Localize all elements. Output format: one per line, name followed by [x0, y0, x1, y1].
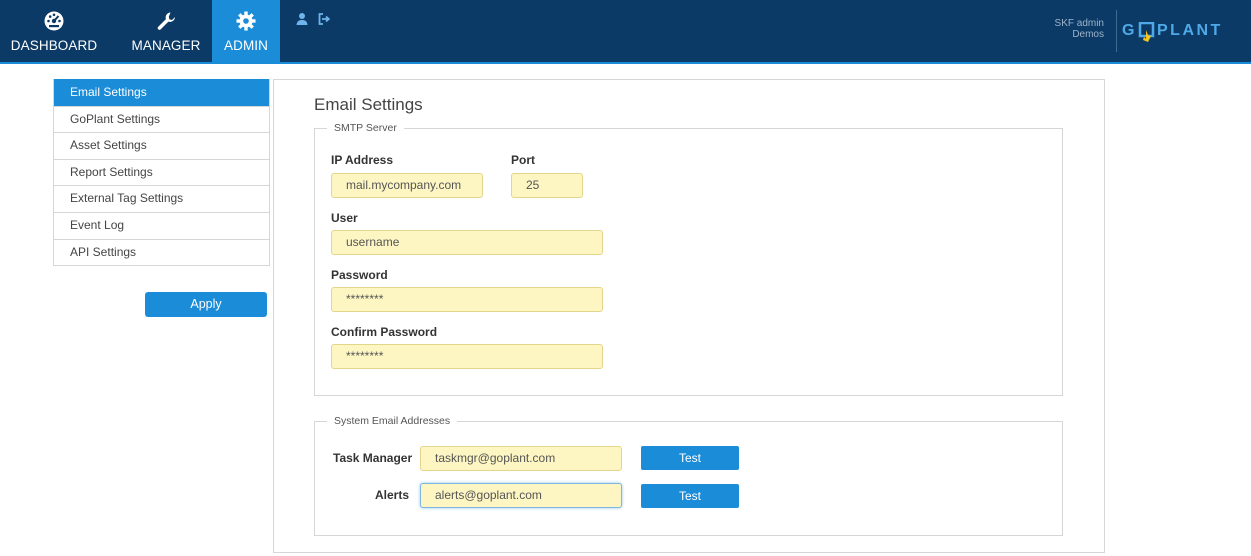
- task-manager-label: Task Manager: [333, 451, 413, 465]
- svg-text:PLANT: PLANT: [1157, 22, 1223, 39]
- password-input[interactable]: ********: [331, 287, 603, 312]
- sidebar-item-goplant-settings[interactable]: GoPlant Settings: [54, 105, 269, 133]
- user-icon[interactable]: [295, 12, 309, 26]
- port-label: Port: [511, 153, 535, 167]
- wrench-icon: [157, 12, 175, 30]
- logo-divider: [1116, 10, 1117, 52]
- tab-manager-label: MANAGER: [131, 38, 201, 53]
- ip-address-input[interactable]: mail.mycompany.com: [331, 173, 483, 198]
- logout-icon[interactable]: [317, 12, 331, 26]
- confirm-password-input[interactable]: ********: [331, 344, 603, 369]
- dashboard-icon: [44, 11, 64, 31]
- user-name: SKF admin: [1054, 18, 1104, 29]
- sidebar-item-external-tag-settings[interactable]: External Tag Settings: [54, 185, 269, 212]
- goplant-logo: G PLANT: [1122, 22, 1223, 42]
- system-email-legend: System Email Addresses: [327, 414, 458, 428]
- user-input[interactable]: username: [331, 230, 603, 255]
- tab-admin[interactable]: ADMIN: [212, 0, 280, 62]
- svg-text:G: G: [1122, 22, 1137, 39]
- sidebar-item-email-settings[interactable]: Email Settings: [54, 79, 269, 106]
- sidebar-item-asset-settings[interactable]: Asset Settings: [54, 132, 269, 159]
- top-bar-accent-line: [0, 62, 1251, 64]
- confirm-password-label: Confirm Password: [331, 325, 438, 339]
- system-email-group: System Email Addresses: [314, 414, 1063, 536]
- tab-admin-label: ADMIN: [224, 38, 268, 53]
- user-label: User: [331, 211, 358, 225]
- tab-manager[interactable]: MANAGER: [124, 0, 208, 62]
- settings-sidebar: Email Settings GoPlant Settings Asset Se…: [53, 79, 270, 267]
- page-title: Email Settings: [314, 95, 423, 114]
- test-task-manager-button[interactable]: Test: [641, 446, 739, 470]
- smtp-server-legend: SMTP Server: [327, 121, 404, 135]
- sidebar-item-report-settings[interactable]: Report Settings: [54, 158, 269, 186]
- task-manager-email-input[interactable]: taskmgr@goplant.com: [420, 446, 622, 471]
- tab-dashboard[interactable]: DASHBOARD: [0, 0, 108, 62]
- alerts-label: Alerts: [375, 488, 410, 502]
- ip-address-label: IP Address: [331, 153, 394, 167]
- port-input[interactable]: 25: [511, 173, 583, 198]
- apply-button[interactable]: Apply: [145, 292, 267, 317]
- test-alerts-button[interactable]: Test: [641, 484, 739, 508]
- password-label: Password: [331, 268, 388, 282]
- alerts-email-input[interactable]: alerts@goplant.com: [420, 483, 622, 508]
- gear-icon: [236, 11, 256, 31]
- user-org: Demos: [1072, 29, 1104, 40]
- sidebar-item-event-log[interactable]: Event Log: [54, 211, 269, 239]
- sidebar-item-api-settings[interactable]: API Settings: [54, 238, 269, 266]
- user-info: SKF admin Demos: [1055, 18, 1104, 40]
- tab-dashboard-label: DASHBOARD: [10, 38, 98, 53]
